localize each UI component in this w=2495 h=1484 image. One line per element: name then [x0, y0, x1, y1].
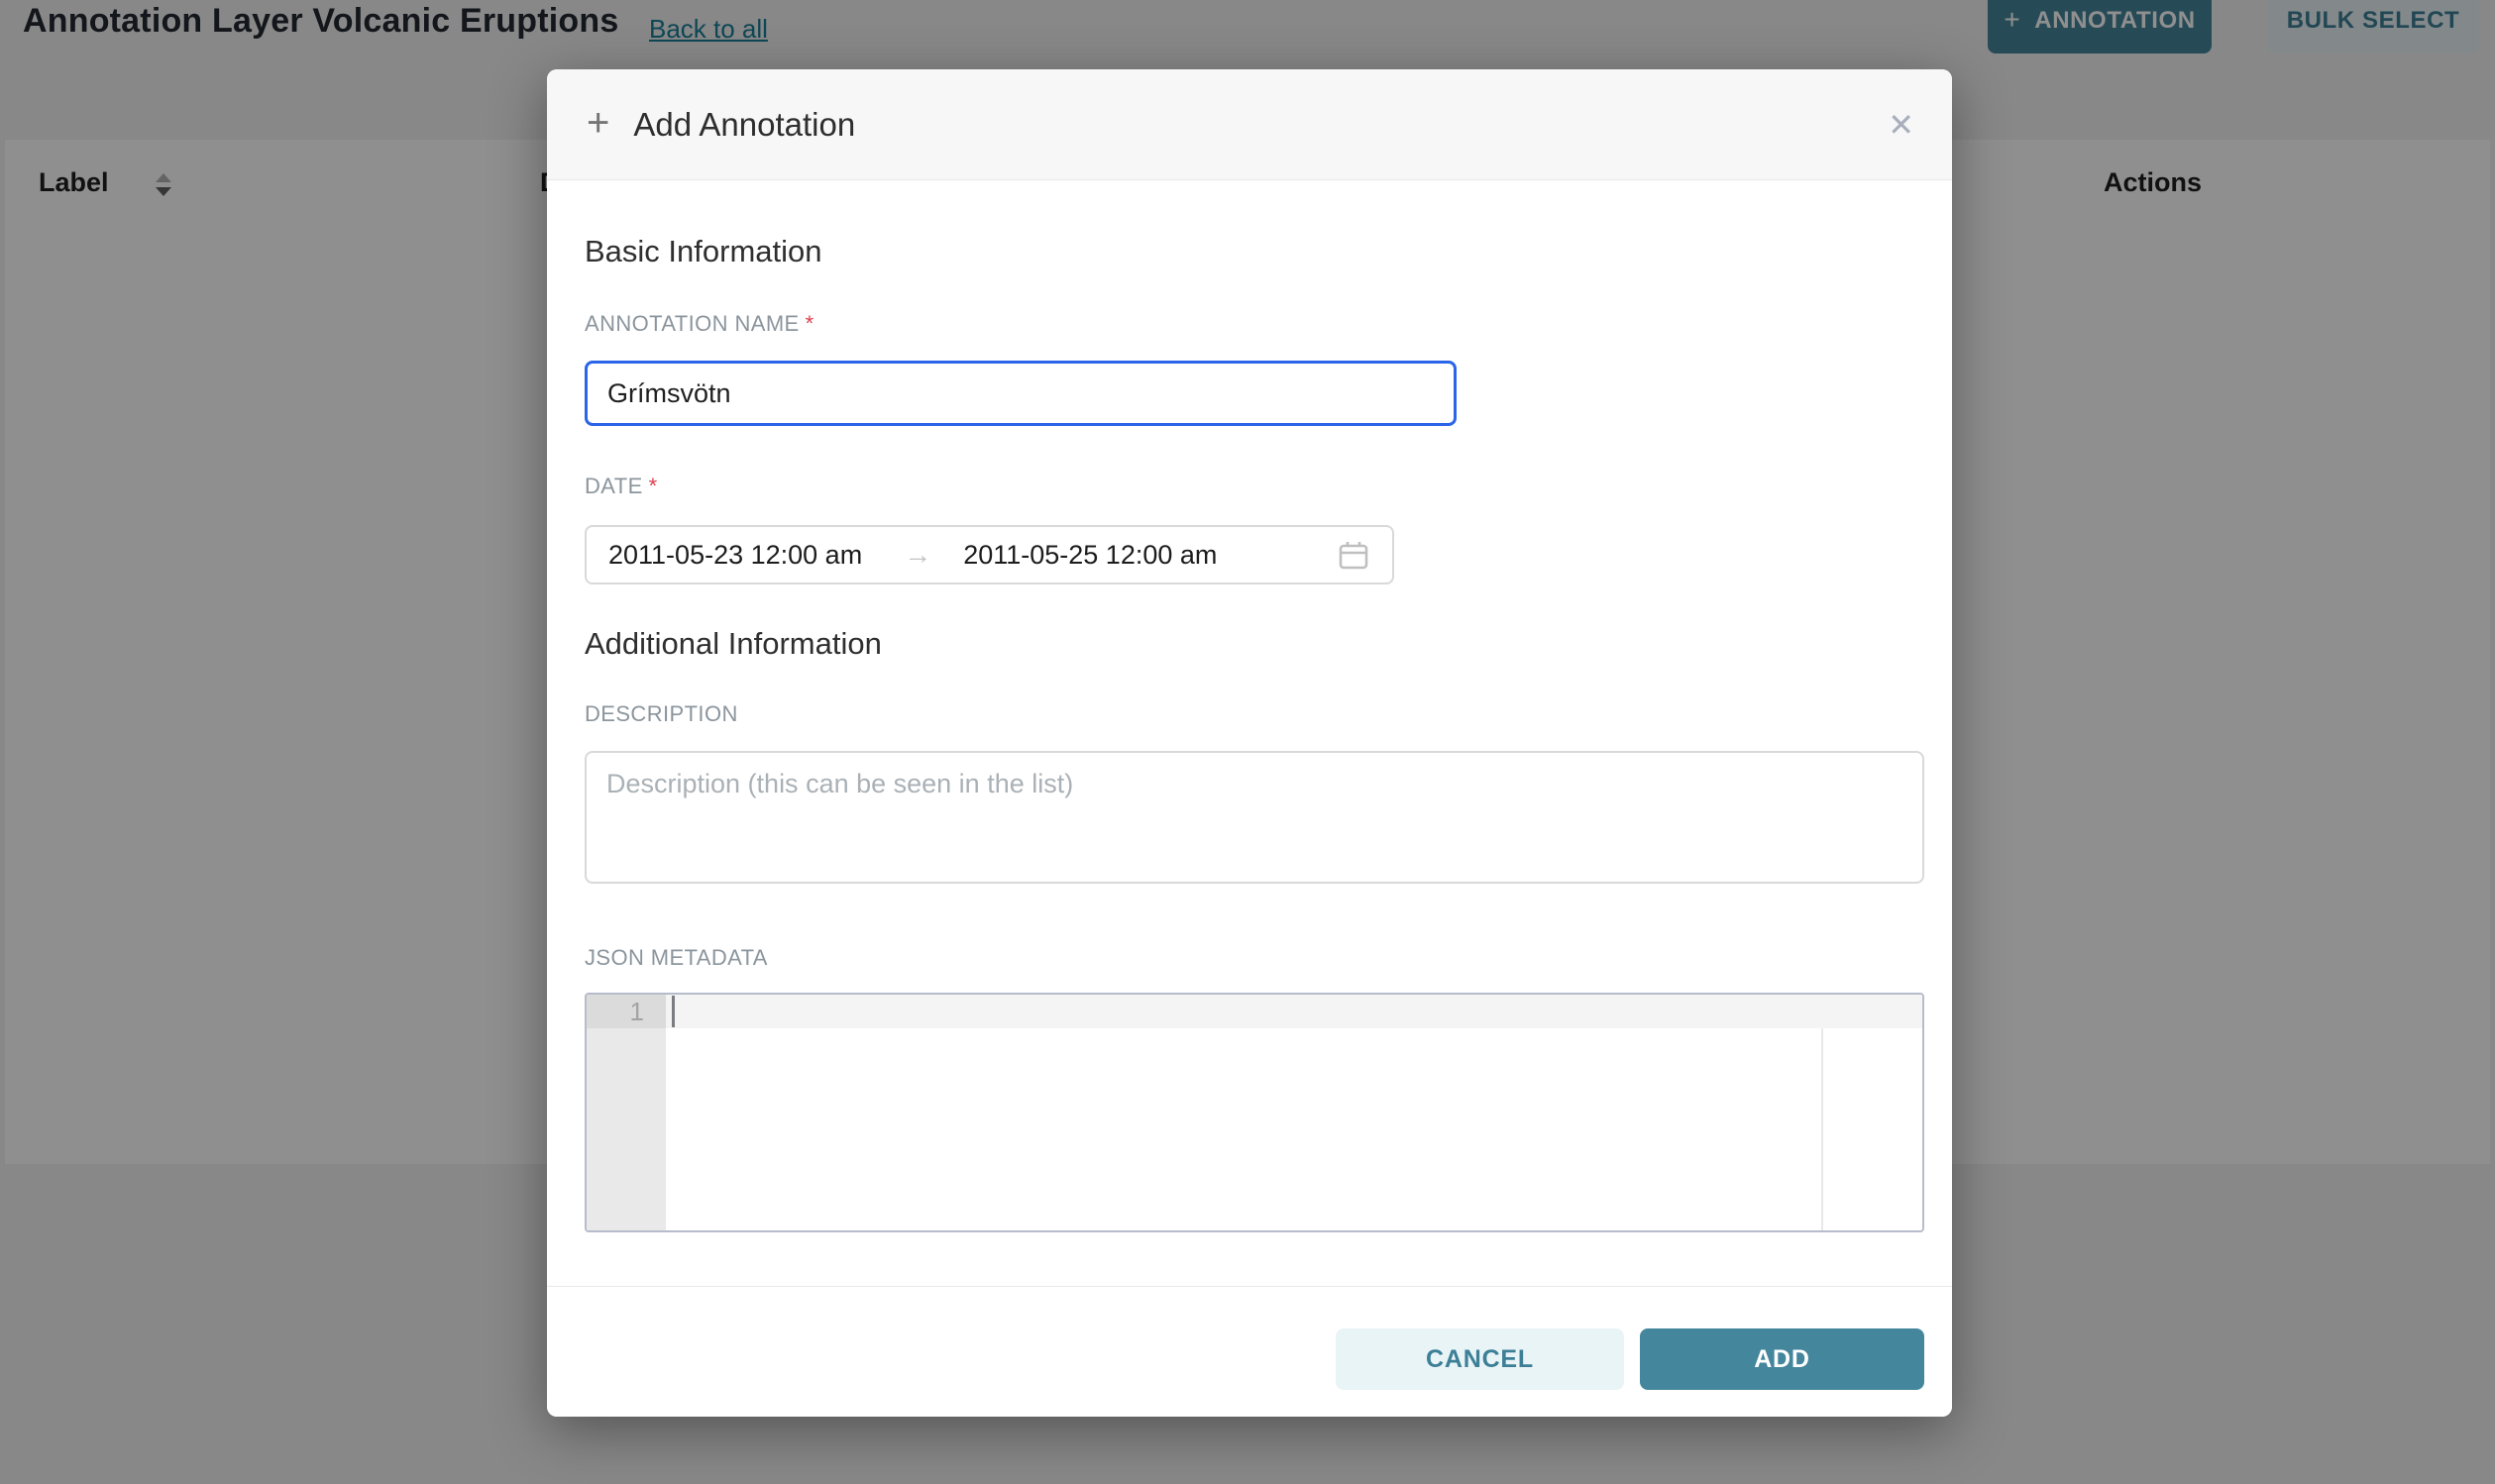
- calendar-icon: [1337, 538, 1370, 572]
- annotation-name-input[interactable]: [585, 361, 1457, 426]
- editor-line-number: 1: [587, 995, 666, 1028]
- editor-cursor: [672, 996, 675, 1027]
- modal-header: + Add Annotation ✕: [547, 69, 1952, 180]
- date-range-picker[interactable]: 2011-05-23 12:00 am → 2011-05-25 12:00 a…: [585, 525, 1394, 584]
- description-label: DESCRIPTION: [585, 662, 1924, 727]
- section-basic-information: Basic Information: [585, 180, 1924, 269]
- modal-body: Basic Information ANNOTATION NAME* DATE*…: [547, 180, 1952, 1232]
- json-metadata-editor[interactable]: 1: [585, 993, 1924, 1232]
- date-label: DATE*: [585, 426, 1924, 499]
- modal-title: Add Annotation: [633, 106, 855, 144]
- editor-active-line: [666, 995, 1922, 1028]
- date-start-value[interactable]: 2011-05-23 12:00 am: [608, 540, 862, 571]
- add-annotation-modal: + Add Annotation ✕ Basic Information ANN…: [547, 69, 1952, 1417]
- cancel-button[interactable]: CANCEL: [1336, 1328, 1624, 1390]
- date-end-value[interactable]: 2011-05-25 12:00 am: [963, 540, 1217, 571]
- required-marker: *: [806, 311, 814, 336]
- section-additional-information: Additional Information: [585, 584, 1924, 662]
- modal-footer: CANCEL ADD: [547, 1286, 1952, 1417]
- add-button[interactable]: ADD: [1640, 1328, 1924, 1390]
- required-marker: *: [649, 474, 658, 498]
- screen: Annotation Layer Volcanic Eruptions Back…: [0, 0, 2495, 1484]
- json-metadata-label: JSON METADATA: [585, 884, 1924, 971]
- plus-icon: +: [587, 103, 609, 143]
- annotation-name-label: ANNOTATION NAME*: [585, 269, 1924, 337]
- close-icon[interactable]: ✕: [1888, 109, 1914, 141]
- editor-print-margin: [1821, 1028, 1823, 1230]
- arrow-right-icon: →: [904, 539, 931, 571]
- editor-gutter: 1: [587, 995, 666, 1230]
- description-textarea[interactable]: [585, 751, 1924, 884]
